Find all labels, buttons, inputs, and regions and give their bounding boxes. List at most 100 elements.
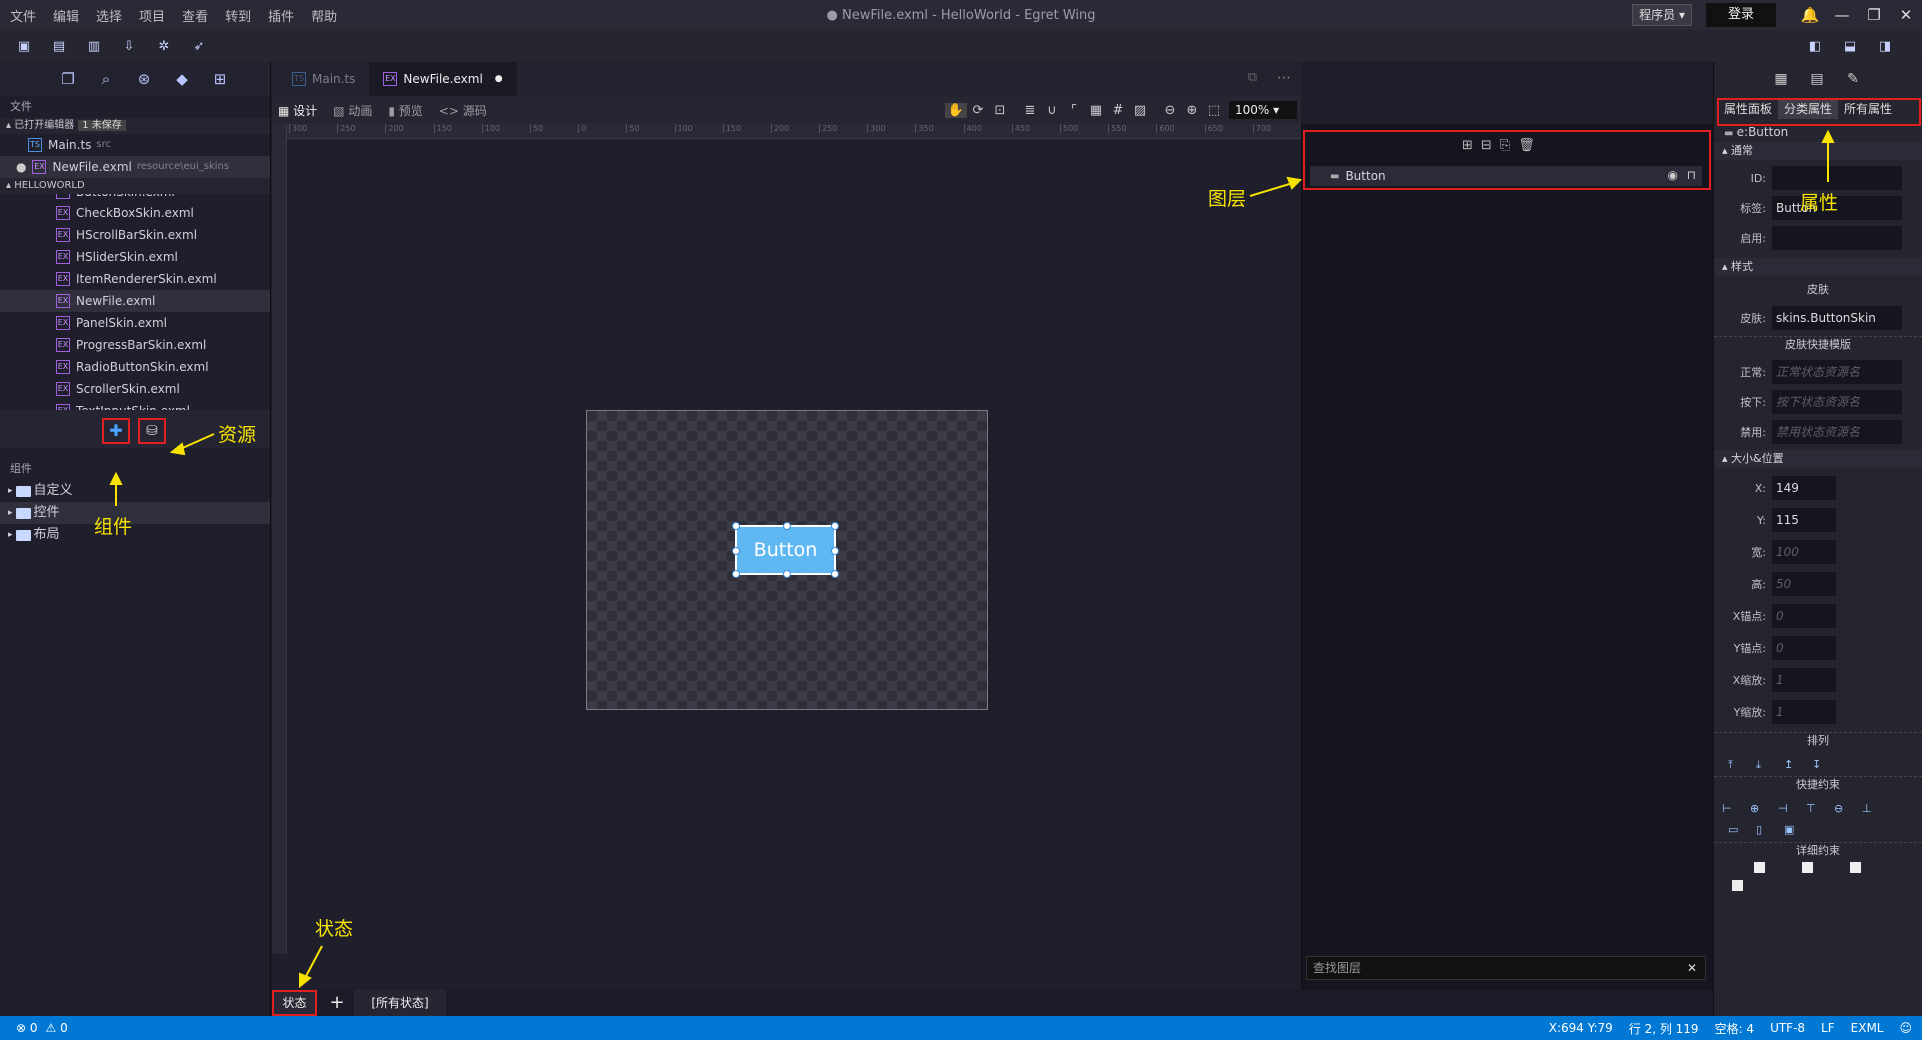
scale-y-input[interactable]: 1 <box>1772 700 1836 724</box>
file-item[interactable]: EX ScrollerSkin.exml <box>0 378 270 400</box>
project-header[interactable]: ▴ HELLOWORLD <box>0 178 270 194</box>
mode-source[interactable]: <> 源码 <box>439 102 487 119</box>
skin-input[interactable]: skins.ButtonSkin <box>1772 306 1902 330</box>
x-input[interactable]: 149 <box>1772 476 1836 500</box>
menu-project[interactable]: 项目 <box>139 6 165 25</box>
right-panel-toggle-icon[interactable]: ◨ <box>1875 36 1895 56</box>
debug-icon[interactable]: ✲ <box>154 36 174 56</box>
menu-view[interactable]: 查看 <box>182 6 208 25</box>
align-hcenter-icon[interactable]: ⊕ <box>1750 802 1766 815</box>
publish-icon[interactable]: ⇩ <box>119 36 139 56</box>
group-size-position[interactable]: ▴ 大小&位置 <box>1714 450 1922 468</box>
down-state-input[interactable]: 按下状态资源名 <box>1772 390 1902 414</box>
magnet-icon[interactable]: ∪ <box>1041 103 1063 118</box>
file-item[interactable]: EX HSliderSkin.exml <box>0 246 270 268</box>
resize-handle[interactable] <box>831 522 839 530</box>
align-top-icon[interactable]: ⊤ <box>1806 802 1822 815</box>
line-ending[interactable]: LF <box>1821 1021 1835 1035</box>
align-vcenter-icon[interactable]: ⊖ <box>1834 802 1850 815</box>
constraint-bottom-checkbox[interactable] <box>1850 862 1861 873</box>
align-right-icon[interactable]: ⊣ <box>1778 802 1794 815</box>
menu-select[interactable]: 选择 <box>96 6 122 25</box>
search-icon[interactable]: ⌕ <box>96 70 116 88</box>
menu-edit[interactable]: 编辑 <box>53 6 79 25</box>
smiley-icon[interactable]: ☺ <box>1899 1021 1912 1035</box>
file-item[interactable]: EXTextInputSkin.exml <box>0 400 270 410</box>
send-back-icon[interactable]: ⤓ <box>1756 758 1772 772</box>
save-icon[interactable]: ▤ <box>49 36 69 56</box>
restore-icon[interactable]: ❐ <box>1858 6 1890 24</box>
component-group-layout[interactable]: ▸ 布局 <box>0 524 270 546</box>
eye-icon[interactable]: ◉ <box>1668 168 1678 182</box>
y-input[interactable]: 115 <box>1772 508 1836 532</box>
hand-tool-icon[interactable]: ✋ <box>945 102 967 118</box>
resize-handle[interactable] <box>831 570 839 578</box>
grid-icon[interactable]: ▦ <box>1085 103 1107 118</box>
mode-design[interactable]: ▦ 设计 <box>278 102 317 119</box>
warning-count[interactable]: ⚠ 0 <box>46 1021 68 1035</box>
constraint-vcenter-checkbox[interactable] <box>1802 862 1813 873</box>
tab-newfile-exml[interactable]: EX NewFile.exml ● <box>369 62 517 96</box>
states-button[interactable]: 状态 <box>272 990 317 1016</box>
file-item[interactable]: EX ProgressBarSkin.exml <box>0 334 270 356</box>
scale-x-input[interactable]: 1 <box>1772 668 1836 692</box>
fill-height-icon[interactable]: ▯ <box>1756 823 1772 836</box>
resize-handle[interactable] <box>732 522 740 530</box>
mode-preview[interactable]: ▮ 预览 <box>388 102 422 119</box>
bottom-panel-toggle-icon[interactable]: ⬓ <box>1840 36 1860 56</box>
role-dropdown[interactable]: 程序员 ▾ <box>1632 4 1692 26</box>
open-file-item[interactable]: ● EX NewFile.exml resource\eui_skins <box>0 156 270 178</box>
anchor-y-input[interactable]: 0 <box>1772 636 1836 660</box>
error-count[interactable]: ⊗ 0 <box>16 1021 38 1035</box>
find-layer-input[interactable]: 查找图层 ✕ <box>1306 956 1706 980</box>
design-canvas[interactable]: Button <box>586 410 988 710</box>
constraint-top-checkbox[interactable] <box>1754 862 1765 873</box>
encoding[interactable]: UTF-8 <box>1770 1021 1805 1035</box>
ruler-icon[interactable]: ⌜ <box>1063 103 1085 118</box>
lock-icon[interactable]: ⊓ <box>1687 168 1696 182</box>
refresh-icon[interactable]: ⟳ <box>967 103 989 118</box>
file-item[interactable]: EX HScrollBarSkin.exml <box>0 224 270 246</box>
trash-icon[interactable]: 🗑 <box>1518 138 1535 153</box>
menu-help[interactable]: 帮助 <box>311 6 337 25</box>
new-file-icon[interactable]: ▣ <box>14 36 34 56</box>
resize-handle[interactable] <box>831 547 839 555</box>
file-item[interactable]: EX RadioButtonSkin.exml <box>0 356 270 378</box>
file-item[interactable]: EX ItemRendererSkin.exml <box>0 268 270 290</box>
more-actions-icon[interactable]: ⋯ <box>1277 70 1291 86</box>
file-item[interactable]: EX CheckBoxSkin.exml <box>0 202 270 224</box>
run-icon[interactable]: ➶ <box>189 36 209 56</box>
send-backward-icon[interactable]: ↧ <box>1812 758 1828 772</box>
indent-spaces[interactable]: 空格: 4 <box>1715 1020 1755 1037</box>
properties-icon[interactable]: ▦ <box>1770 71 1792 87</box>
add-state-icon[interactable]: + <box>324 990 350 1016</box>
fill-both-icon[interactable]: ▣ <box>1784 823 1800 836</box>
resize-handle[interactable] <box>783 522 791 530</box>
clear-icon[interactable]: ✕ <box>1687 957 1697 979</box>
bring-forward-icon[interactable]: ↥ <box>1784 758 1800 772</box>
zoom-select[interactable]: 100% ▾ <box>1229 101 1297 119</box>
components-puzzle-icon[interactable]: ✚ <box>102 418 130 444</box>
component-group-controls[interactable]: ▸ 控件 <box>0 502 270 524</box>
group-common[interactable]: ▴ 通常 <box>1714 142 1922 160</box>
close-icon[interactable]: ✕ <box>1890 6 1922 24</box>
component-group-custom[interactable]: ▸ 自定义 <box>0 480 270 502</box>
open-file-item[interactable]: TS Main.ts src <box>0 134 270 156</box>
constraint-left-checkbox[interactable] <box>1732 880 1743 891</box>
brush-icon[interactable]: ✎ <box>1842 71 1864 87</box>
file-item[interactable]: EXButtonSkin.exml <box>0 194 270 202</box>
layers-toggle-icon[interactable]: ≣ <box>1019 103 1041 118</box>
git-icon[interactable]: ◆ <box>172 70 192 88</box>
fit-screen-icon[interactable]: ⬚ <box>1203 103 1225 118</box>
width-input[interactable]: 100 <box>1772 540 1836 564</box>
explorer-icon[interactable]: ❐ <box>58 70 78 88</box>
layer-item[interactable]: ▬ Button ◉ ⊓ <box>1310 166 1702 186</box>
tab-main-ts[interactable]: TS Main.ts <box>278 62 369 96</box>
height-input[interactable]: 50 <box>1772 572 1836 596</box>
line-col[interactable]: 行 2, 列 119 <box>1629 1020 1699 1037</box>
file-item-selected[interactable]: EX NewFile.exml <box>0 290 270 312</box>
normal-state-input[interactable]: 正常状态资源名 <box>1772 360 1902 384</box>
save-all-icon[interactable]: ▥ <box>84 36 104 56</box>
id-input[interactable] <box>1772 166 1902 190</box>
login-button[interactable]: 登录 <box>1706 3 1776 27</box>
